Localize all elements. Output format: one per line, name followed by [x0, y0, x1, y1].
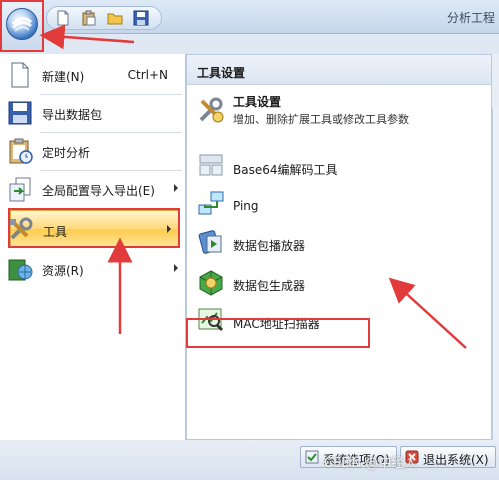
watermark-text: CSDN @中经人	[324, 456, 418, 471]
tools-submenu-pane: 工具设置 工具设置 增加、删除扩展工具或修改工具参数 Base64编解码工具 P…	[186, 54, 492, 440]
paste-icon[interactable]	[81, 10, 97, 26]
clipboard-clock-icon	[6, 137, 34, 165]
tool-item-packet-player[interactable]: 数据包播放器	[187, 225, 491, 259]
tool-item-packet-generator[interactable]: 数据包生成器	[187, 265, 491, 299]
tool-item-label: Ping	[233, 199, 259, 213]
tool-item-description: 增加、删除扩展工具或修改工具参数	[233, 113, 409, 126]
base64-codec-icon	[197, 152, 225, 180]
new-file-icon[interactable]	[55, 10, 71, 26]
tool-settings-icon	[197, 96, 225, 124]
menu-item-label: 资源(R)	[42, 264, 84, 278]
submenu-header-title: 工具设置	[197, 66, 246, 80]
menu-item-global-config[interactable]: 全局配置导入导出(E)	[0, 170, 186, 208]
menu-item-label: 全局配置导入导出(E)	[42, 184, 155, 198]
tool-item-label: 数据包播放器	[233, 239, 306, 253]
background-app-edge	[492, 108, 499, 480]
arrow-to-orb	[39, 24, 135, 50]
menu-item-new[interactable]: 新建(N) Ctrl+N	[0, 56, 186, 94]
submenu-arrow-icon	[174, 184, 178, 192]
submenu-header: 工具设置	[187, 55, 491, 85]
options-icon	[305, 450, 319, 464]
ping-network-icon	[197, 190, 225, 218]
tool-item-tool-settings[interactable]: 工具设置 增加、删除扩展工具或修改工具参数	[187, 87, 491, 133]
save-icon[interactable]	[133, 10, 149, 26]
application-menu: 新建(N) Ctrl+N 导出数据包 定时分析 全局配置导入导出(E) 工具 资…	[0, 54, 499, 480]
open-folder-icon[interactable]	[107, 10, 123, 26]
tool-item-label: 工具设置	[233, 95, 282, 109]
packet-player-icon	[197, 228, 225, 256]
app-title: 分析工程	[446, 11, 495, 25]
menu-item-label: 定时分析	[42, 146, 91, 160]
book-globe-icon	[6, 255, 34, 283]
import-export-icon	[6, 175, 34, 203]
save-disk-icon	[6, 99, 34, 127]
quick-access-toolbar	[46, 6, 162, 30]
shortcut-text: Ctrl+N	[127, 68, 168, 82]
submenu-arrow-icon	[174, 264, 178, 272]
menu-footer: 系统选项(O) 退出系统(X)	[0, 440, 499, 480]
menu-item-export-packet[interactable]: 导出数据包	[0, 94, 186, 132]
app-menu-button[interactable]	[0, 0, 44, 52]
menu-item-resources[interactable]: 资源(R)	[0, 250, 186, 288]
exit-system-label: 退出系统(X)	[423, 453, 489, 467]
menu-left-pane: 新建(N) Ctrl+N 导出数据包 定时分析 全局配置导入导出(E) 工具 资…	[0, 54, 186, 440]
annotation-highlight-box	[8, 208, 180, 248]
menu-item-label: 新建(N)	[42, 70, 85, 84]
app-orb-icon[interactable]	[6, 8, 38, 40]
annotation-highlight-box	[186, 318, 370, 348]
tool-item-label: 数据包生成器	[233, 279, 306, 293]
tool-item-label: Base64编解码工具	[233, 163, 338, 177]
tool-item-base64[interactable]: Base64编解码工具	[187, 149, 491, 183]
menu-item-scheduled-analysis[interactable]: 定时分析	[0, 132, 186, 170]
new-document-icon	[6, 61, 34, 89]
menu-item-label: 导出数据包	[42, 108, 103, 122]
packet-generator-icon	[197, 268, 225, 296]
title-bar: 分析工程	[0, 0, 499, 52]
tool-item-ping[interactable]: Ping	[187, 187, 491, 221]
